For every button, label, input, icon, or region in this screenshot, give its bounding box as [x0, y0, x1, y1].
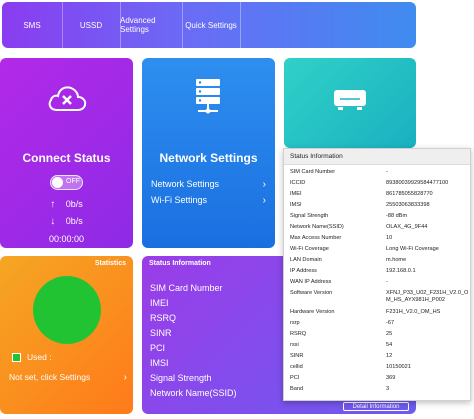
status-item-sinr: SINR [150, 328, 172, 338]
network-settings-title: Network Settings [159, 151, 258, 165]
download-rate-row: ↓ 0b/s [0, 216, 133, 227]
arrow-down-icon: ↓ [50, 216, 56, 227]
popup-row-label: Signal Strength [290, 213, 329, 219]
popup-row-label: Hardware Version [290, 309, 335, 315]
popup-row-value: 25503063833398 [386, 202, 430, 208]
popup-row-value: 861785055828770 [386, 191, 433, 197]
nav-ussd-label: USSD [79, 20, 103, 30]
popup-row-label: cellid [290, 364, 303, 370]
used-label: Used : [27, 352, 52, 362]
nav-advanced-settings[interactable]: Advanced Settings [120, 2, 183, 48]
usage-pie-chart [33, 276, 101, 344]
popup-row-label: SINR [290, 353, 304, 359]
popup-row-value: 3 [386, 386, 390, 392]
connect-status-title: Connect Status [22, 151, 111, 165]
popup-row-label: PCI [290, 375, 300, 381]
toggle-label: OFF [66, 178, 80, 185]
used-swatch [12, 353, 21, 362]
status-information-popup: Status Information SIM Card Number - ICCI… [283, 148, 471, 401]
popup-row-label: IP Address [290, 268, 317, 274]
popup-title: Status Information [284, 149, 470, 165]
nav-sms[interactable]: SMS [2, 2, 63, 48]
popup-row-label: RSRQ [290, 331, 307, 337]
popup-row-label: LAN Domain [290, 257, 322, 263]
link-wifi-settings-label: Wi-Fi Settings [151, 195, 208, 205]
nav-ussd[interactable]: USSD [62, 2, 121, 48]
popup-row-label: IMSI [290, 202, 302, 208]
popup-row-label: Software Version [290, 290, 333, 296]
link-network-settings[interactable]: Network Settings › [151, 177, 266, 191]
popup-row-value: 89380039929584477100 [386, 180, 449, 186]
popup-row-label: Network Name(SSID) [290, 224, 344, 230]
popup-row-value: 10 [386, 235, 393, 241]
nav-advanced-settings-label: Advanced Settings [120, 16, 156, 34]
chevron-right-icon: › [262, 194, 266, 206]
download-rate: 0b/s [65, 216, 83, 226]
upload-rate-row: ↑ 0b/s [0, 199, 133, 210]
connect-toggle[interactable]: OFF [50, 175, 83, 190]
popup-row-label: WAN IP Address [290, 279, 332, 285]
popup-row-value: 12 [386, 353, 393, 359]
nav-quick-settings[interactable]: Quick Settings [182, 2, 241, 48]
popup-row-value: -88 dBm [386, 213, 408, 219]
chevron-right-icon: › [123, 371, 127, 383]
status-item-rsrq: RSRQ [150, 313, 177, 323]
chevron-right-icon: › [262, 178, 266, 190]
status-item-imsi: IMSI [150, 358, 169, 368]
link-wifi-settings[interactable]: Wi-Fi Settings › [151, 193, 266, 207]
status-item-signal: Signal Strength [150, 373, 212, 383]
server-icon [196, 79, 220, 114]
popup-row-value: Long Wi-Fi Coverage [386, 246, 439, 252]
popup-row-label: rsrp [290, 320, 300, 326]
popup-row-value: - [386, 279, 388, 285]
connection-duration: 00:00:00 [48, 234, 85, 244]
status-item-pci: PCI [150, 343, 166, 353]
status-item-imei: IMEI [150, 298, 169, 308]
popup-row-value: 54 [386, 342, 393, 348]
router-icon [334, 90, 366, 110]
popup-row-label: ICCID [290, 180, 306, 186]
popup-row-label: rssi [290, 342, 299, 348]
popup-row-value: m.home [386, 257, 407, 263]
popup-row-label: Band [290, 386, 304, 392]
popup-row-value: 10150021 [386, 364, 411, 370]
popup-row-value: - [386, 169, 388, 175]
popup-row-value: 25 [386, 331, 393, 337]
status-item-ssid: Network Name(SSID) [150, 388, 237, 398]
status-card-title: Status Information [149, 260, 211, 267]
status-item-sim: SIM Card Number [150, 283, 223, 293]
popup-row-value: -67 [386, 320, 395, 326]
popup-row: Software Version XFNJ_P33_U02_F231H_V2.0_… [290, 290, 468, 306]
popup-row-label: Max Access Number [290, 235, 342, 241]
popup-row-value: XFNJ_P33_U02_F231H_V2.0_OM_HS_AYX981H_P0… [386, 290, 469, 303]
nav-quick-settings-label: Quick Settings [185, 20, 237, 30]
nav-sms-label: SMS [23, 20, 41, 30]
device-info-card[interactable] [284, 58, 416, 148]
upload-rate: 0b/s [65, 199, 83, 209]
popup-row-value: 192.168.0.1 [386, 268, 416, 274]
link-network-settings-label: Network Settings [151, 179, 220, 189]
network-settings-card: Network Settings Network Settings › Wi-F… [142, 58, 275, 248]
settings-link[interactable]: Not set, click Settings › [9, 370, 127, 384]
connect-status-card: Connect Status ↑ 0b/s ↓ 0b/s 00:00:00 [0, 58, 133, 248]
toggle-knob [52, 177, 63, 188]
popup-row-label: SIM Card Number [290, 169, 336, 175]
popup-row-value: OLAX_4G_9F44 [386, 224, 428, 230]
statistics-title: Statistics [94, 260, 126, 267]
top-nav: SMS USSD Advanced Settings Quick Setting… [2, 2, 416, 48]
popup-row-label: Wi-Fi Coverage [290, 246, 329, 252]
popup-row-value: F231H_V2.0_OM_HS [386, 309, 441, 315]
detail-information-button[interactable]: Detail Information [343, 402, 409, 411]
cloud-x-icon [48, 86, 87, 111]
popup-row-label: IMEI [290, 191, 302, 197]
popup-row-value: 369 [386, 375, 396, 381]
settings-link-label: Not set, click Settings [9, 372, 91, 382]
arrow-up-icon: ↑ [50, 199, 56, 210]
